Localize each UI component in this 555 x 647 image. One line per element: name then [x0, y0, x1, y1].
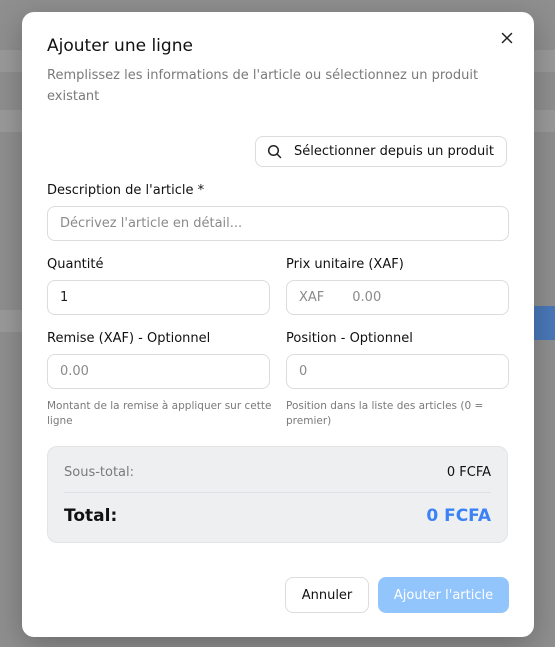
total-value: 0 FCFA: [426, 506, 491, 526]
unit-price-input[interactable]: [352, 290, 508, 305]
subtotal-value: 0 FCFA: [446, 465, 491, 480]
discount-input[interactable]: [60, 364, 269, 379]
description-input[interactable]: [60, 216, 508, 231]
totals-summary: Sous-total: 0 FCFA Total: 0 FCFA: [47, 446, 508, 543]
position-help: Position dans la liste des articles (0 =…: [286, 400, 484, 427]
unit-price-field[interactable]: XAF: [286, 280, 509, 315]
close-icon: [501, 32, 513, 44]
quantity-input[interactable]: [60, 290, 269, 305]
dialog-title: Ajouter une ligne: [47, 36, 193, 56]
discount-label: Remise (XAF) - Optionnel: [47, 331, 211, 346]
quantity-field[interactable]: [47, 280, 270, 315]
position-input[interactable]: [299, 364, 508, 379]
dialog-subtitle: Remplissez les informations de l'article…: [47, 68, 479, 104]
discount-field[interactable]: [47, 354, 270, 389]
position-field[interactable]: [286, 354, 509, 389]
add-line-dialog: Ajouter une ligne Remplissez les informa…: [22, 12, 534, 637]
position-label: Position - Optionnel: [286, 331, 413, 346]
cancel-button[interactable]: Annuler: [285, 577, 369, 613]
quantity-label: Quantité: [47, 257, 104, 272]
search-icon: [267, 144, 282, 159]
close-button[interactable]: [498, 29, 516, 47]
select-product-button[interactable]: Sélectionner depuis un produit: [255, 136, 507, 167]
add-item-button[interactable]: Ajouter l'article: [378, 577, 509, 613]
currency-prefix: XAF: [299, 290, 325, 305]
total-label: Total:: [64, 506, 118, 526]
description-label: Description de l'article *: [47, 183, 205, 198]
subtotal-label: Sous-total:: [64, 465, 135, 480]
summary-divider: [64, 492, 491, 493]
unit-price-label: Prix unitaire (XAF): [286, 257, 404, 272]
discount-help: Montant de la remise à appliquer sur cet…: [47, 400, 272, 427]
backdrop-accent: [531, 306, 555, 340]
select-product-label: Sélectionner depuis un produit: [294, 144, 494, 159]
description-field[interactable]: [47, 206, 509, 241]
